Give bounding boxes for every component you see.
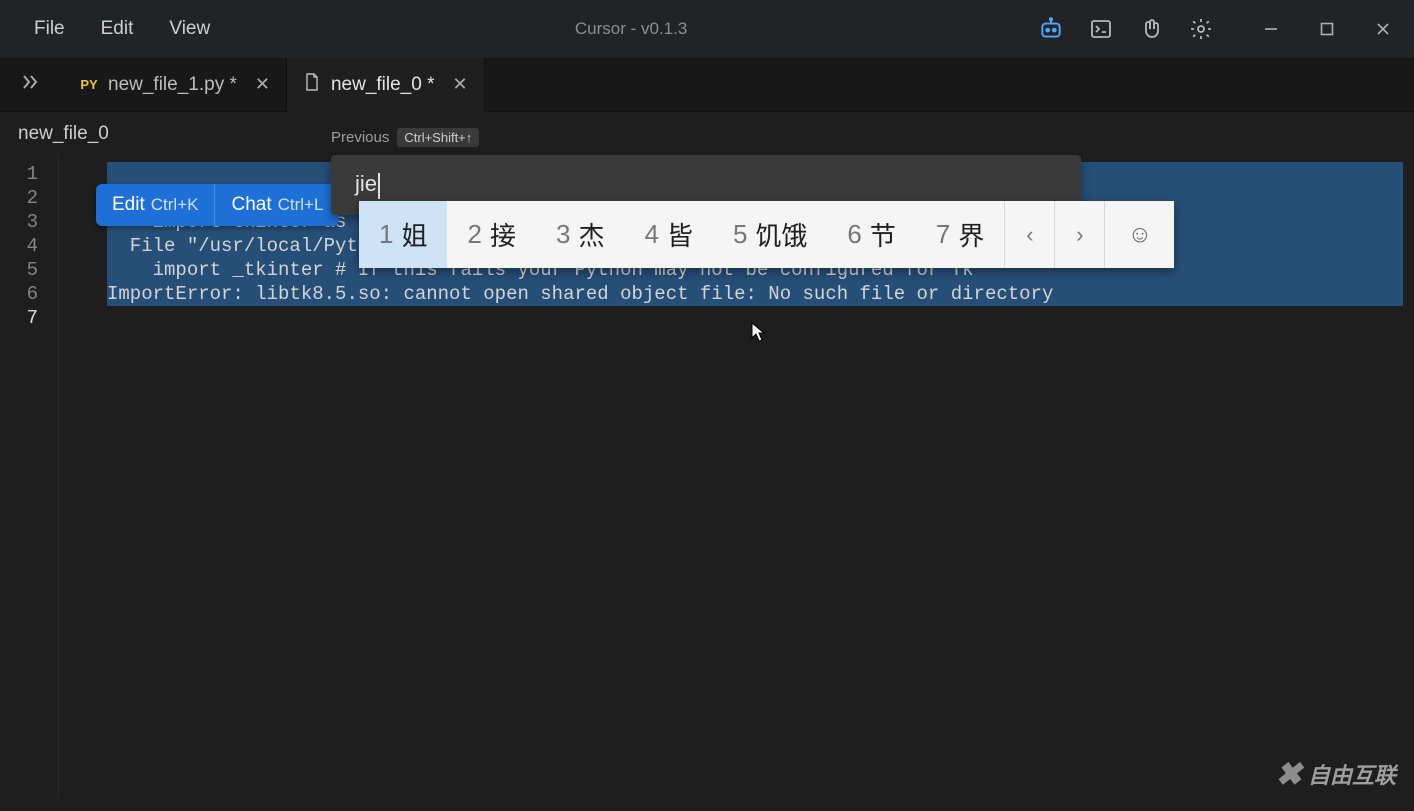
menubar: File Edit View xyxy=(10,12,224,46)
chat-label: Chat xyxy=(231,194,271,216)
line-number: 7 xyxy=(0,306,58,330)
previous-shortcut: Ctrl+Shift+↑ xyxy=(397,128,479,147)
ime-candidate[interactable]: 1 姐 xyxy=(359,201,447,268)
ime-text: 接 xyxy=(490,216,516,253)
titlebar-actions xyxy=(1038,16,1404,42)
previous-label-text: Previous xyxy=(331,129,389,146)
tab-label: new_file_0 * xyxy=(331,74,435,96)
ime-candidate[interactable]: 2 接 xyxy=(447,201,535,268)
ime-text: 界 xyxy=(958,216,984,253)
tab-label: new_file_1.py * xyxy=(108,74,237,96)
ime-candidate-bar: 1 姐 2 接 3 杰 4 皆 5 饥饿 6 节 7 界 ‹ › ☺ xyxy=(359,201,1174,268)
ime-candidate[interactable]: 4 皆 xyxy=(624,201,712,268)
inline-action-bar: Edit Ctrl+K Chat Ctrl+L xyxy=(96,184,339,226)
chat-shortcut: Ctrl+L xyxy=(278,195,324,215)
line-number: 3 xyxy=(0,210,58,234)
ime-index: 1 xyxy=(379,219,393,250)
close-icon[interactable] xyxy=(1372,18,1394,40)
watermark-logo-icon: ✖ xyxy=(1275,755,1302,793)
ime-candidate[interactable]: 5 饥饿 xyxy=(713,201,827,268)
ime-text: 节 xyxy=(870,216,896,253)
menu-file[interactable]: File xyxy=(20,12,79,46)
ime-text: 饥饿 xyxy=(755,216,807,253)
ime-candidate[interactable]: 6 节 xyxy=(827,201,915,268)
ime-index: 6 xyxy=(847,219,861,250)
chat-action[interactable]: Chat Ctrl+L xyxy=(214,184,339,226)
ime-index: 2 xyxy=(467,219,481,250)
code-line: ImportError: libtk8.5.so: cannot open sh… xyxy=(74,282,1414,306)
ime-index: 7 xyxy=(936,219,950,250)
maximize-icon[interactable] xyxy=(1316,18,1338,40)
ime-text: 姐 xyxy=(401,216,427,253)
titlebar: File Edit View Cursor - v0.1.3 xyxy=(0,0,1414,58)
breadcrumb[interactable]: new_file_0 xyxy=(0,112,1414,156)
text-caret xyxy=(378,173,380,199)
file-icon xyxy=(303,73,321,97)
cursor-arrow-icon xyxy=(751,322,765,342)
window-title: Cursor - v0.1.3 xyxy=(224,19,1038,39)
breadcrumb-item[interactable]: new_file_0 xyxy=(18,123,109,145)
menu-edit[interactable]: Edit xyxy=(87,12,148,46)
line-number: 6 xyxy=(0,282,58,306)
watermark: ✖ 自由互联 xyxy=(1275,755,1396,793)
line-number: 5 xyxy=(0,258,58,282)
line-number: 2 xyxy=(0,186,58,210)
close-tab-icon[interactable]: ✕ xyxy=(255,74,270,95)
ime-next-icon[interactable]: › xyxy=(1054,201,1104,268)
tabbar: PY new_file_1.py * ✕ new_file_0 * ✕ xyxy=(0,58,1414,112)
ime-candidate[interactable]: 7 界 xyxy=(916,201,1004,268)
menu-view[interactable]: View xyxy=(155,12,224,46)
tab-new-file-0[interactable]: new_file_0 * ✕ xyxy=(287,58,485,112)
python-file-icon: PY xyxy=(80,77,98,92)
gutter-border xyxy=(58,156,74,796)
ime-index: 4 xyxy=(644,219,658,250)
line-gutter: 1 2 3 4 5 6 7 xyxy=(0,156,58,796)
watermark-text: 自由互联 xyxy=(1308,758,1396,790)
ime-index: 5 xyxy=(733,219,747,250)
line-number: 1 xyxy=(0,162,58,186)
minimize-icon[interactable] xyxy=(1260,18,1282,40)
edit-shortcut: Ctrl+K xyxy=(151,195,199,215)
tab-new-file-1[interactable]: PY new_file_1.py * ✕ xyxy=(64,58,287,112)
terminal-icon[interactable] xyxy=(1088,16,1114,42)
ime-candidate[interactable]: 3 杰 xyxy=(536,201,624,268)
code-line xyxy=(74,306,1414,330)
bot-icon[interactable] xyxy=(1038,16,1064,42)
ime-text: 皆 xyxy=(667,216,693,253)
command-input-value: jie xyxy=(355,171,377,196)
previous-hint: Previous Ctrl+Shift+↑ xyxy=(331,128,479,147)
ime-index: 3 xyxy=(556,219,570,250)
close-tab-icon[interactable]: ✕ xyxy=(453,74,468,95)
line-number: 4 xyxy=(0,234,58,258)
ime-prev-icon[interactable]: ‹ xyxy=(1004,201,1054,268)
ime-text: 杰 xyxy=(578,216,604,253)
ime-emoji-icon[interactable]: ☺ xyxy=(1104,201,1174,268)
edit-action[interactable]: Edit Ctrl+K xyxy=(96,184,214,226)
edit-label: Edit xyxy=(112,194,145,216)
wave-icon[interactable] xyxy=(1138,16,1164,42)
gear-icon[interactable] xyxy=(1188,16,1214,42)
tab-overflow-icon[interactable] xyxy=(12,66,48,103)
